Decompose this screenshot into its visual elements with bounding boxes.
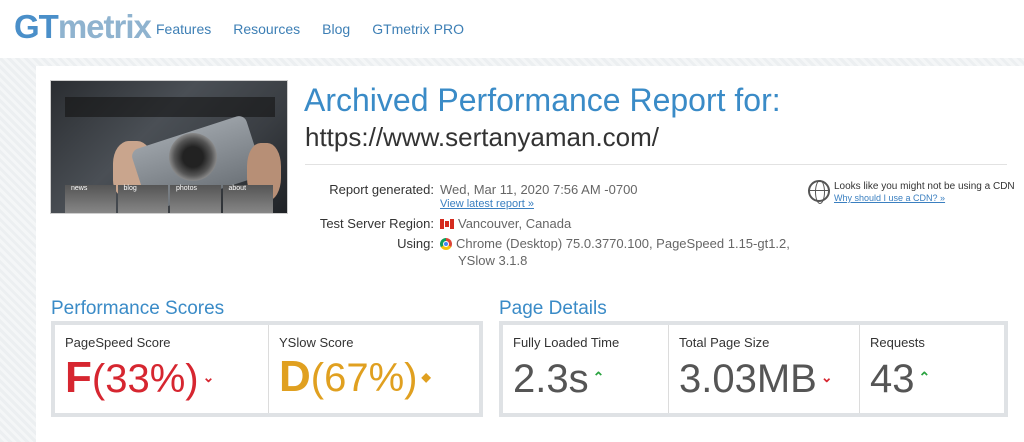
cdn-message: Looks like you might not be using a CDN [834,181,1015,192]
gtmetrix-logo[interactable]: GTmetrix [14,7,152,47]
report-title: Archived Performance Report for: [304,82,781,118]
fully-loaded-time-label: Fully Loaded Time [513,335,620,350]
trend-down-icon: ⌄ [202,369,215,385]
trend-up-icon: ⌃ [592,369,605,385]
region-label: Test Server Region: [319,216,434,231]
using-value-line2: YSlow 3.1.8 [458,253,528,268]
total-page-size-cell[interactable]: Total Page Size 3.03MB ⌄ [669,325,860,413]
using-value-line1: Chrome (Desktop) 75.0.3770.100, PageSpee… [456,236,790,251]
screenshot-tile: blog [117,185,168,213]
tile-label: about [228,185,247,192]
screenshot-tile: about [222,185,273,213]
screenshot-tile: news [65,185,116,213]
requests-cell[interactable]: Requests 43 ⌃ [860,325,1004,413]
tile-label: blog [123,185,137,192]
page-details-box: Fully Loaded Time 2.3s ⌃ Total Page Size … [499,321,1008,417]
main-nav: Features Resources Blog GTmetrix PRO [156,20,486,38]
yslow-percent: (67%) [310,356,418,400]
generated-value: Wed, Mar 11, 2020 7:56 AM -0700 [440,182,638,197]
site-screenshot-thumbnail: news blog photos about [50,80,288,214]
report-url: https://www.sertanyaman.com/ [305,122,660,152]
pagespeed-score-label: PageSpeed Score [65,335,171,350]
page-details-title: Page Details [499,298,607,319]
region-value-wrap: Vancouver, Canada [440,216,571,231]
pagespeed-score-value: F(33%) ⌄ [65,353,214,403]
nav-link-gtmetrix-pro[interactable]: GTmetrix PRO [372,20,464,38]
cdn-help-link[interactable]: Why should I use a CDN? » [834,193,945,203]
total-page-size-value: 3.03MB [679,357,817,401]
total-page-size-value-wrap: 3.03MB ⌄ [679,353,833,403]
total-page-size-label: Total Page Size [679,335,770,350]
trend-down-icon: ⌄ [820,369,833,385]
tile-label: photos [176,185,198,192]
top-navigation-bar: GTmetrix Features Resources Blog GTmetri… [0,0,1024,58]
pagespeed-grade: F [65,353,92,402]
tile-label: news [71,185,88,192]
using-label: Using: [397,236,434,251]
nav-link-resources[interactable]: Resources [233,20,300,38]
using-value-wrap: Chrome (Desktop) 75.0.3770.100, PageSpee… [440,236,790,251]
yslow-score-label: YSlow Score [279,335,354,350]
nav-link-features[interactable]: Features [156,20,211,38]
yslow-score-value: D(67%) ◆ [279,353,431,402]
canada-flag-icon [440,219,454,229]
generated-label: Report generated: [329,182,434,197]
screenshot-tile: photos [170,185,221,213]
requests-value-wrap: 43 ⌃ [870,353,930,403]
globe-icon [808,180,830,204]
trend-neutral-icon: ◆ [421,370,431,384]
yslow-grade: D [279,352,311,401]
nav-link-blog[interactable]: Blog [322,20,350,38]
view-latest-report-link[interactable]: View latest report » [440,198,534,210]
performance-scores-title: Performance Scores [51,298,225,319]
screenshot-tiles: news blog photos about [65,185,275,213]
yslow-score-cell[interactable]: YSlow Score D(67%) ◆ [269,325,479,413]
pagespeed-percent: (33%) [91,357,199,401]
requests-label: Requests [870,335,925,350]
fully-loaded-time-value-wrap: 2.3s ⌃ [513,353,604,403]
fully-loaded-time-value: 2.3s [513,357,589,401]
screenshot-camera-lens [169,133,217,181]
region-value: Vancouver, Canada [458,216,572,231]
fully-loaded-time-cell[interactable]: Fully Loaded Time 2.3s ⌃ [503,325,669,413]
chrome-icon [440,238,452,250]
header-divider [305,164,1007,165]
logo-part-gt: GT [14,8,59,45]
performance-scores-box: PageSpeed Score F(33%) ⌄ YSlow Score D(67… [51,321,483,417]
screenshot-header-strip [65,97,275,117]
trend-up-icon: ⌃ [918,369,931,385]
logo-part-metrix: metrix [57,8,152,45]
requests-value: 43 [870,357,915,401]
pagespeed-score-cell[interactable]: PageSpeed Score F(33%) ⌄ [55,325,269,413]
